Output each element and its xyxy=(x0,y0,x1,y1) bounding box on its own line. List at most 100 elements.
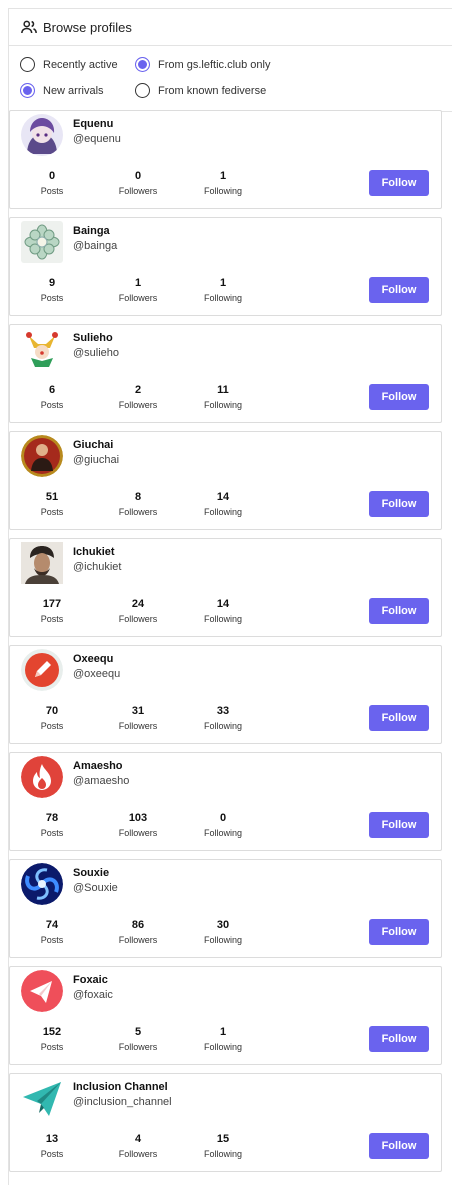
filter-known-fediverse[interactable]: From known fediverse xyxy=(135,83,266,98)
follow-button[interactable]: Follow xyxy=(369,170,429,196)
follow-button[interactable]: Follow xyxy=(369,277,429,303)
following-stat: 15 Following xyxy=(188,1133,258,1159)
jester-avatar-icon xyxy=(21,328,63,370)
following-label: Following xyxy=(203,507,243,517)
avatar[interactable] xyxy=(21,863,63,905)
profile-name[interactable]: Oxeequ xyxy=(73,653,113,665)
following-stat: 1 Following xyxy=(188,1026,258,1052)
filter-local-only[interactable]: From gs.leftic.club only xyxy=(135,57,270,72)
following-label: Following xyxy=(203,1149,243,1159)
posts-label: Posts xyxy=(40,935,64,945)
following-count: 14 xyxy=(216,491,230,503)
followers-stat: 4 Followers xyxy=(103,1133,173,1159)
profile-card: Giuchai @giuchai 51 Posts 8 Followers 14 Fo… xyxy=(9,431,442,530)
anime-avatar-icon xyxy=(21,114,63,156)
posts-stat: 78 Posts xyxy=(17,812,87,838)
filter-label: From gs.leftic.club only xyxy=(158,58,271,71)
followers-stat: 8 Followers xyxy=(103,491,173,517)
follow-button[interactable]: Follow xyxy=(369,705,429,731)
profile-name[interactable]: Sulieho xyxy=(73,332,113,344)
filter-label: Recently active xyxy=(43,58,118,71)
followers-count: 4 xyxy=(134,1133,142,1145)
follow-button[interactable]: Follow xyxy=(369,1133,429,1159)
posts-stat: 6 Posts xyxy=(17,384,87,410)
followers-stat: 31 Followers xyxy=(103,705,173,731)
profile-name[interactable]: Amaesho xyxy=(73,760,123,772)
posts-stat: 152 Posts xyxy=(17,1026,87,1052)
profile-list: Equenu @equenu 0 Posts 0 Followers 1 Follow… xyxy=(9,110,442,1180)
followers-count: 1 xyxy=(134,277,142,289)
vortex-avatar-icon xyxy=(21,863,63,905)
profile-card: Foxaic @foxaic 152 Posts 5 Followers 1 Foll… xyxy=(9,966,442,1065)
posts-count: 6 xyxy=(48,384,56,396)
following-stat: 1 Following xyxy=(188,170,258,196)
followers-count: 0 xyxy=(134,170,142,182)
flower-avatar-icon xyxy=(21,221,63,263)
profile-card: Amaesho @amaesho 78 Posts 103 Followers 0 F… xyxy=(9,752,442,851)
avatar[interactable] xyxy=(21,435,63,477)
radio-circle[interactable] xyxy=(20,83,35,98)
following-label: Following xyxy=(203,614,243,624)
followers-label: Followers xyxy=(118,614,158,624)
avatar[interactable] xyxy=(21,1077,63,1119)
profile-handle: @oxeequ xyxy=(73,668,121,680)
avatar[interactable] xyxy=(21,649,63,691)
followers-stat: 24 Followers xyxy=(103,598,173,624)
avatar[interactable] xyxy=(21,221,63,263)
radio-circle[interactable] xyxy=(135,83,150,98)
radio-circle[interactable] xyxy=(20,57,35,72)
profile-handle: @amaesho xyxy=(73,775,130,787)
profile-name[interactable]: Inclusion Channel xyxy=(73,1081,168,1093)
avatar[interactable] xyxy=(21,328,63,370)
following-stat: 14 Following xyxy=(188,491,258,517)
people-icon xyxy=(20,18,38,36)
following-count: 1 xyxy=(219,277,227,289)
profile-handle: @inclusion_channel xyxy=(73,1096,172,1108)
posts-count: 0 xyxy=(48,170,56,182)
portrait-avatar-icon xyxy=(21,435,63,477)
followers-stat: 0 Followers xyxy=(103,170,173,196)
radio-circle[interactable] xyxy=(135,57,150,72)
follow-button[interactable]: Follow xyxy=(369,491,429,517)
profile-name[interactable]: Foxaic xyxy=(73,974,108,986)
profile-card: Bainga @bainga 9 Posts 1 Followers 1 Follow… xyxy=(9,217,442,316)
posts-label: Posts xyxy=(40,1042,64,1052)
following-stat: 1 Following xyxy=(188,277,258,303)
follow-button[interactable]: Follow xyxy=(369,812,429,838)
filter-recently-active[interactable]: Recently active xyxy=(20,57,118,72)
filter-options: Recently active From gs.leftic.club only… xyxy=(9,46,452,112)
profile-name[interactable]: Ichukiet xyxy=(73,546,115,558)
profile-card: Oxeequ @oxeequ 70 Posts 31 Followers 33 Fol… xyxy=(9,645,442,744)
profile-card: Souxie @Souxie 74 Posts 86 Followers 30 Fol… xyxy=(9,859,442,958)
profile-name[interactable]: Equenu xyxy=(73,118,113,130)
posts-count: 152 xyxy=(42,1026,62,1038)
follow-button[interactable]: Follow xyxy=(369,598,429,624)
following-count: 0 xyxy=(219,812,227,824)
follow-button[interactable]: Follow xyxy=(369,384,429,410)
profile-name[interactable]: Giuchai xyxy=(73,439,113,451)
avatar[interactable] xyxy=(21,756,63,798)
profile-handle: @foxaic xyxy=(73,989,113,1001)
follow-button[interactable]: Follow xyxy=(369,1026,429,1052)
profile-name[interactable]: Souxie xyxy=(73,867,109,879)
posts-stat: 13 Posts xyxy=(17,1133,87,1159)
profile-card: Inclusion Channel @inclusion_channel 13 P… xyxy=(9,1073,442,1172)
profile-handle: @giuchai xyxy=(73,454,120,466)
followers-label: Followers xyxy=(118,828,158,838)
profile-name[interactable]: Bainga xyxy=(73,225,110,237)
profile-card: Sulieho @sulieho 6 Posts 2 Followers 11 Fol… xyxy=(9,324,442,423)
avatar[interactable] xyxy=(21,542,63,584)
following-count: 33 xyxy=(216,705,230,717)
profile-card: Ichukiet @ichukiet 177 Posts 24 Followers … xyxy=(9,538,442,637)
avatar[interactable] xyxy=(21,970,63,1012)
follow-button[interactable]: Follow xyxy=(369,919,429,945)
followers-label: Followers xyxy=(118,1149,158,1159)
posts-label: Posts xyxy=(40,721,64,731)
profile-handle: @equenu xyxy=(73,133,121,145)
following-stat: 33 Following xyxy=(188,705,258,731)
avatar[interactable] xyxy=(21,114,63,156)
profile-handle: @bainga xyxy=(73,240,118,252)
posts-stat: 74 Posts xyxy=(17,919,87,945)
posts-label: Posts xyxy=(40,1149,64,1159)
filter-new-arrivals[interactable]: New arrivals xyxy=(20,83,104,98)
